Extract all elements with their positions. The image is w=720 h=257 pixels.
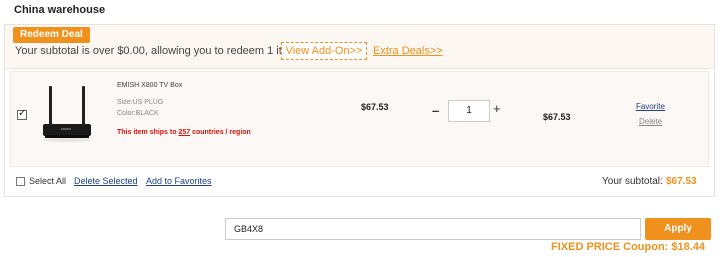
product-image[interactable] — [41, 80, 93, 160]
item-size: Size:US PLUG — [117, 99, 164, 106]
redeem-deal-badge: Redeem Deal — [13, 27, 90, 43]
quantity-increase-button[interactable]: + — [493, 101, 501, 116]
coupon-code-input[interactable]: GB4X8 — [225, 218, 641, 240]
subtotal-value: $67.53 — [666, 176, 697, 187]
item-color: Color:BLACK — [117, 110, 159, 117]
deal-message: Your subtotal is over $0.00, allowing yo… — [15, 45, 298, 57]
quantity-decrease-button[interactable]: – — [432, 103, 439, 118]
quantity-input[interactable]: 1 — [448, 100, 490, 122]
item-checkbox[interactable] — [17, 108, 27, 120]
coupon-result: FIXED PRICE Coupon: $18.44 — [551, 241, 706, 253]
ships-count-link[interactable]: 257 — [178, 129, 190, 136]
ships-suffix: countries / region — [190, 129, 251, 136]
redeem-deal-bar: Redeem Deal Your subtotal is over $0.00,… — [5, 25, 714, 69]
warehouse-title: China warehouse — [14, 4, 106, 16]
row-total-price: $67.53 — [543, 112, 571, 122]
ships-prefix: This item ships to — [117, 129, 179, 136]
ships-note: This item ships to 257 countries / regio… — [117, 129, 251, 136]
favorite-link[interactable]: Favorite — [636, 102, 665, 111]
delete-link[interactable]: Delete — [639, 117, 662, 126]
delete-selected-link[interactable]: Delete Selected — [74, 176, 138, 186]
cart-panel: Redeem Deal Your subtotal is over $0.00,… — [4, 24, 715, 197]
cart-item-row: EMISH X800 TV Box Size:US PLUG Color:BLA… — [10, 71, 709, 167]
select-all-label[interactable]: Select All — [29, 176, 66, 186]
item-name[interactable]: EMISH X800 TV Box — [117, 82, 182, 89]
unit-price: $67.53 — [361, 102, 389, 112]
apply-coupon-button[interactable]: Apply — [645, 218, 711, 240]
add-to-favorites-link[interactable]: Add to Favorites — [146, 176, 212, 186]
view-add-on-button[interactable]: View Add-On>> — [281, 42, 367, 60]
subtotal-label: Your subtotal: — [602, 176, 663, 187]
select-all-checkbox[interactable] — [16, 177, 25, 186]
extra-deals-link[interactable]: Extra Deals>> — [373, 45, 443, 57]
